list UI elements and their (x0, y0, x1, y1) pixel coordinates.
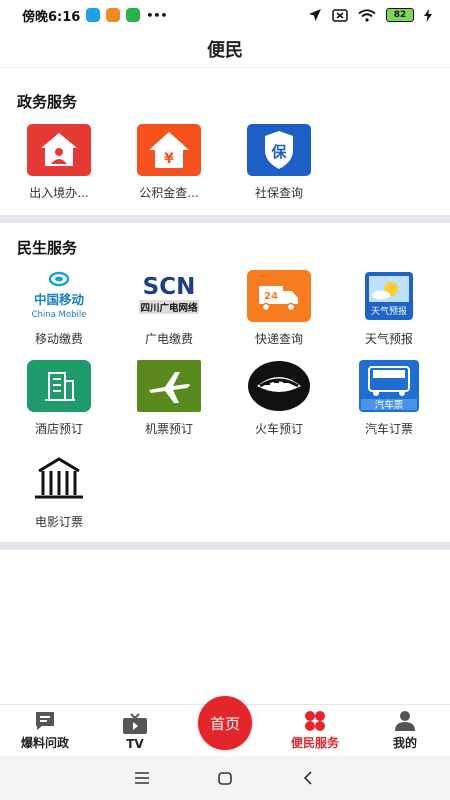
menu-icon (134, 772, 149, 784)
section-title-gov-services: 政务服务 (17, 93, 78, 111)
tab-label: TV (126, 737, 144, 751)
tab-profile[interactable]: 我的 (360, 705, 450, 757)
airplane-icon (137, 360, 201, 412)
service-label: 机票预订 (144, 422, 193, 436)
charging-bolt-icon (424, 8, 432, 22)
system-navigation-bar (0, 756, 450, 800)
bus-icon: 汽车票 (357, 360, 421, 412)
shield-bao-icon: 保 (247, 124, 311, 176)
service-tile-train[interactable]: 火车预订 (224, 360, 334, 437)
menu-button[interactable] (127, 763, 157, 793)
page-title: 便民 (207, 39, 243, 61)
service-label: 出入境办... (29, 186, 89, 200)
svg-text:中国移动: 中国移动 (34, 292, 85, 307)
notification-app-icon (86, 8, 101, 22)
svg-text:¥: ¥ (164, 151, 174, 167)
service-tile-mobile-payment[interactable]: 中国移动 China Mobile 移动缴费 (4, 270, 114, 347)
service-tile-bus[interactable]: 汽车票 汽车订票 (334, 360, 444, 437)
svg-text:SCN: SCN (143, 274, 196, 300)
house-yuan-icon: ¥ (137, 124, 201, 176)
scn-logo: SCN 四川广电网络 (137, 270, 201, 322)
service-icon (305, 711, 325, 731)
battery-indicator: 82 (386, 8, 414, 22)
service-tile-cable-payment[interactable]: SCN 四川广电网络 广电缴费 (114, 270, 224, 347)
tab-label: 我的 (392, 736, 417, 750)
service-label: 移动缴费 (34, 332, 83, 346)
weather-icon: 天气预报 (357, 270, 421, 322)
train-icon (247, 360, 311, 412)
location-arrow-icon (309, 9, 321, 21)
tab-service[interactable]: 便民服务 (270, 705, 360, 757)
service-label: 社保查询 (254, 186, 303, 200)
tab-tv[interactable]: TV (90, 705, 180, 757)
service-label: 汽车订票 (364, 422, 413, 436)
service-label: 火车预订 (254, 422, 303, 436)
home-square-icon (218, 771, 232, 785)
service-label: 公积金查... (139, 186, 199, 200)
svg-text:保: 保 (270, 143, 287, 161)
section-divider (0, 215, 450, 223)
notification-app-icon (106, 8, 121, 22)
svg-text:汽车票: 汽车票 (375, 399, 404, 411)
notification-app-icon (126, 8, 141, 22)
service-label: 广电缴费 (144, 332, 193, 346)
home-button-label: 首页 (209, 714, 240, 733)
delivery-truck-icon: 24 (247, 270, 311, 322)
service-tile-weather[interactable]: 天气预报 天气预报 (334, 270, 444, 347)
service-label: 快递查询 (254, 332, 303, 346)
home-button[interactable]: 首页 (198, 696, 252, 750)
service-tile-flight[interactable]: 机票预订 (114, 360, 224, 437)
back-icon (304, 771, 312, 785)
status-time: 傍晚6:16 (22, 9, 81, 25)
service-label: 酒店预订 (34, 422, 83, 436)
section-title-life-services: 民生服务 (17, 239, 78, 257)
system-back-button[interactable] (293, 763, 323, 793)
service-label: 电影订票 (34, 515, 83, 529)
house-person-icon (27, 124, 91, 176)
hotel-icon (27, 360, 91, 412)
page-header: 便民 (0, 30, 450, 68)
service-tile-housing-fund[interactable]: ¥ 公积金查... (114, 124, 224, 201)
svg-text:四川广电网络: 四川广电网络 (140, 302, 198, 314)
service-tile-exit-entry[interactable]: 出入境办... (4, 124, 114, 201)
svg-text:24: 24 (264, 291, 278, 302)
service-label: 天气预报 (364, 332, 413, 346)
tab-report[interactable]: 爆料问政 (0, 705, 90, 757)
svg-text:天气预报: 天气预报 (371, 305, 407, 317)
tab-label: 便民服务 (290, 736, 339, 750)
svg-text:China Mobile: China Mobile (32, 310, 87, 320)
service-tile-hotel[interactable]: 酒店预订 (4, 360, 114, 437)
system-home-button[interactable] (210, 763, 240, 793)
cinema-icon (27, 453, 91, 505)
china-mobile-logo: 中国移动 China Mobile (27, 270, 91, 322)
more-notifications: ••• (146, 8, 168, 22)
service-tile-social-security[interactable]: 保 社保查询 (224, 124, 334, 201)
service-tile-express[interactable]: 24 快递查询 (224, 270, 334, 347)
section-divider (0, 542, 450, 550)
sim-off-icon (332, 8, 348, 22)
report-icon (36, 712, 54, 730)
service-tile-cinema[interactable]: 电影订票 (4, 453, 114, 530)
tv-icon (123, 713, 147, 734)
tab-label: 爆料问政 (20, 736, 69, 750)
wifi-icon (358, 8, 376, 22)
status-bar: 傍晚6:16 ••• 82 (0, 0, 450, 30)
profile-icon (395, 711, 415, 731)
